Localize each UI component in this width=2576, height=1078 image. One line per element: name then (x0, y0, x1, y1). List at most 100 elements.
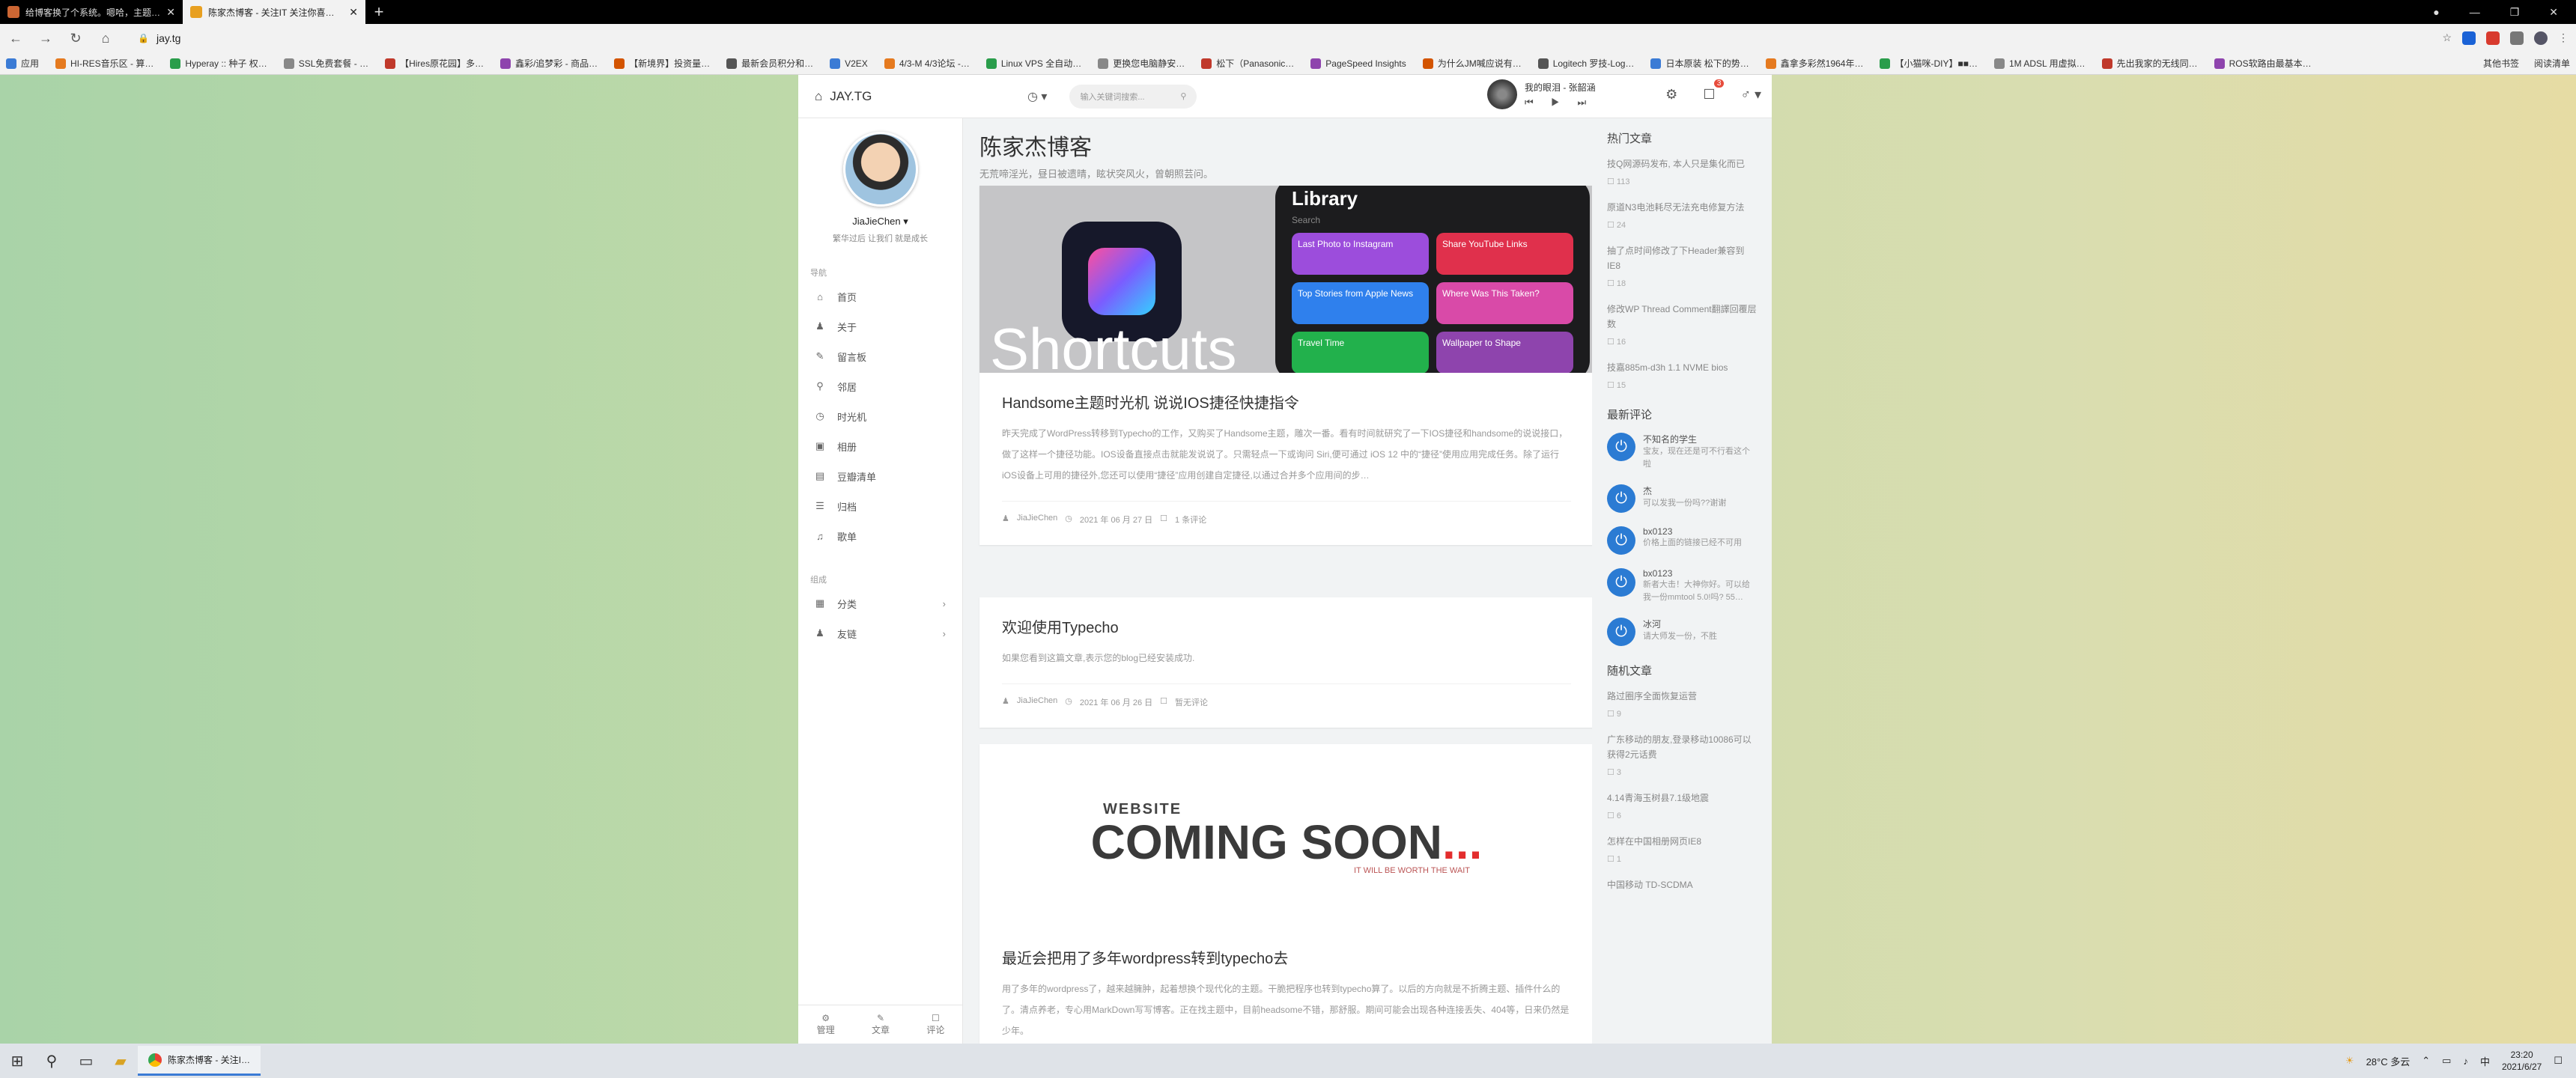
hot-post-item[interactable]: 原道N3电池耗尽无法充电修复方法 ☐ 24 (1607, 200, 1757, 233)
close-tab-icon[interactable]: ✕ (349, 6, 358, 19)
bookmark-item[interactable]: 松下（Panasonic… (1201, 57, 1294, 70)
browser-tab-active[interactable]: 陈家杰博客 - 关注IT 关注你喜欢… ✕ (183, 0, 365, 24)
avatar[interactable] (842, 132, 918, 207)
search-input[interactable]: 输入关键词搜索... ⚲ (1069, 84, 1197, 109)
comment-item[interactable]: ⏻ bx0123 价格上面的链接已经不可用 (1607, 526, 1757, 555)
bookmark-item[interactable]: 鑫彩/追梦彩 - 商品… (500, 57, 598, 70)
start-icon[interactable]: ⊞ (0, 1052, 34, 1071)
back-icon[interactable]: ← (7, 31, 24, 46)
bookmark-item[interactable]: 为什么JM喊应说有… (1422, 57, 1522, 70)
bookmark-folder[interactable]: 其他书签 (2483, 57, 2519, 70)
settings-icon[interactable]: ⚙ (1665, 87, 1677, 103)
comment-item[interactable]: ⏻ 冰河 请大师发一份，不胜 (1607, 618, 1757, 646)
sidebar-item-8[interactable]: ♫ 歌单 (798, 521, 962, 551)
forward-icon[interactable]: → (37, 31, 54, 46)
home-icon[interactable]: ⌂ (97, 31, 114, 46)
weather-text[interactable]: 28°C 多云 (2366, 1054, 2411, 1068)
bookmark-item[interactable]: V2EX (830, 58, 868, 69)
comment-item[interactable]: ⏻ 杰可以发我一份吗??谢谢 (1607, 484, 1757, 513)
maximize-button[interactable]: ❐ (2510, 6, 2520, 19)
bookmark-item[interactable]: 【新境界】投资量… (614, 57, 710, 70)
extension-icon[interactable] (2486, 31, 2500, 45)
bookmark-item[interactable]: 应用 (6, 57, 39, 70)
close-tab-icon[interactable]: ✕ (166, 6, 175, 19)
volume-icon[interactable]: ♪ (2463, 1056, 2468, 1067)
random-post-item[interactable]: 广东移动的朋友,登录移动10086可以获得2元话费 ☐ 3 (1607, 732, 1757, 780)
sidebar-item-1[interactable]: ♟ 关于 (798, 311, 962, 341)
sidebar-item-5[interactable]: ▣ 相册 (798, 431, 962, 461)
sidebar-item-2[interactable]: ✎ 留言板 (798, 341, 962, 371)
bookmark-item[interactable]: Hyperay :: 种子 权… (170, 57, 267, 70)
bookmark-item[interactable]: 4/3-M 4/3论坛 -… (884, 57, 970, 70)
post-title[interactable]: 欢迎使用Typecho (1002, 615, 1571, 637)
bookmark-item[interactable]: PageSpeed Insights (1310, 58, 1406, 69)
bookmark-item[interactable]: SSL免费套餐 - … (283, 57, 368, 70)
extension-icon[interactable] (2462, 31, 2476, 45)
footer-link[interactable]: ✎ 文章 (872, 1013, 890, 1036)
minimize-button[interactable]: — (2470, 6, 2480, 18)
account-avatar[interactable] (2534, 31, 2548, 45)
sidebar-item-7[interactable]: ☰ 归档 (798, 491, 962, 521)
ime-indicator[interactable]: 中 (2480, 1054, 2490, 1068)
comment-item[interactable]: ⏻ bx0123 新者大击！大神你好。可以给我一份mmtool 5.0!吗? 55… (1607, 568, 1757, 604)
bookmark-item[interactable]: 日本原装 松下的势… (1650, 57, 1749, 70)
hot-post-item[interactable]: 技嘉885m-d3h 1.1 NVME bios ☐ 15 (1607, 360, 1757, 393)
random-post-item[interactable]: 怎样在中国相册网页IE8 ☐ 1 (1607, 834, 1757, 867)
post-author[interactable]: JiaJieChen (1017, 696, 1057, 708)
bookmark-item[interactable]: 先出我家的无线同… (2101, 57, 2198, 70)
notification-icon[interactable]: ☐ 3 (1703, 79, 1725, 103)
sidebar-item-6[interactable]: ▤ 豆瓣清单 (798, 461, 962, 491)
bookmark-item[interactable]: 最新会员积分和… (726, 57, 813, 70)
profile-icon[interactable]: ● (2433, 6, 2439, 18)
post-author[interactable]: JiaJieChen (1017, 514, 1057, 526)
bookmark-item[interactable]: Linux VPS 全自动… (985, 57, 1081, 70)
bookmark-item[interactable]: 鑫拿多彩然1964年… (1765, 57, 1863, 70)
file-explorer-icon[interactable]: ▰ (103, 1052, 138, 1071)
star-icon[interactable]: ☆ (2442, 31, 2452, 45)
tray-chevron-icon[interactable]: ⌃ (2422, 1055, 2430, 1067)
random-post-item[interactable]: 中国移动 TD-SCDMA (1607, 877, 1757, 892)
search-icon[interactable]: ⚲ (1180, 91, 1186, 101)
browser-tab[interactable]: 给博客换了个系统。嗯哈，主题… ✕ (0, 0, 183, 24)
address-bar[interactable]: 🔒 jay.tg (127, 28, 2428, 49)
brand[interactable]: ⌂ JAY.TG (798, 89, 963, 104)
bookmark-item[interactable]: 1M ADSL 用虚拟… (1993, 57, 2086, 70)
user-menu-icon[interactable]: ♂ ▾ (1740, 87, 1761, 103)
user-name[interactable]: JiaJieChen ▾ (798, 216, 962, 228)
notifications-icon[interactable]: ☐ (2554, 1055, 2563, 1067)
reload-icon[interactable]: ↻ (67, 31, 84, 46)
footer-link[interactable]: ☐ 评论 (926, 1013, 944, 1036)
post-cover-shortcuts[interactable]: Shortcuts Library Search Last Photo to I… (979, 186, 1592, 373)
bookmark-item[interactable]: 更换您电脑静安… (1098, 57, 1185, 70)
bookmark-item[interactable]: 【Hires原花园】多… (385, 57, 484, 70)
random-post-item[interactable]: 路过圈序全面恢复运营 ☐ 9 (1607, 689, 1757, 722)
post-comments[interactable]: 1 条评论 (1175, 514, 1206, 526)
hot-post-item[interactable]: 抽了点时间修改了下Header兼容到IE8 ☐ 18 (1607, 243, 1757, 291)
post-title[interactable]: 最近会把用了多年wordpress转到typecho去 (1002, 946, 1571, 968)
bookmark-item[interactable]: HI-RES音乐区 - 算… (55, 57, 154, 70)
random-post-item[interactable]: 4.14青海玉树县7.1级地震 ☐ 6 (1607, 791, 1757, 823)
bookmark-item[interactable]: ROS软路由最基本… (2214, 57, 2312, 70)
task-view-icon[interactable]: ▭ (69, 1052, 103, 1071)
hot-post-item[interactable]: 修改WP Thread Comment翻譯回覆层数 ☐ 16 (1607, 302, 1757, 350)
sidebar-item-3[interactable]: ⚲ 邻居 (798, 371, 962, 401)
new-tab-button[interactable]: + (365, 0, 392, 24)
sidebar-group-1[interactable]: ♟ 友链 › (798, 618, 962, 648)
sidebar-item-4[interactable]: ◷ 时光机 (798, 401, 962, 431)
taskbar-chrome-app[interactable]: 陈家杰博客 - 关注I… (138, 1046, 261, 1076)
search-icon[interactable]: ⚲ (34, 1052, 69, 1071)
sidebar-group-0[interactable]: ▦ 分类 › (798, 588, 962, 618)
bookmark-item[interactable]: 【小猫咪-DIY】■■… (1880, 57, 1978, 70)
close-window-button[interactable]: ✕ (2549, 6, 2558, 19)
clock[interactable]: 23:20 2021/6/27 (2502, 1049, 2542, 1073)
sidebar-item-0[interactable]: ⌂ 首页 (798, 281, 962, 311)
bookmark-item[interactable]: Logitech 罗技-Log… (1537, 57, 1634, 70)
post-comments[interactable]: 暂无评论 (1175, 696, 1208, 708)
hot-post-item[interactable]: 技Q网源码发布, 本人只是集化而已 ☐ 113 (1607, 156, 1757, 189)
history-icon[interactable]: ◷ ▾ (1027, 89, 1047, 104)
network-icon[interactable]: ▭ (2442, 1055, 2451, 1067)
footer-link[interactable]: ⚙ 管理 (817, 1013, 835, 1036)
player-controls[interactable]: ⏮ ▶ ⏭ (1525, 97, 1596, 109)
menu-icon[interactable]: ⋮ (2558, 31, 2569, 45)
post-title[interactable]: Handsome主题时光机 说说IOS捷径快捷指令 (1002, 391, 1571, 412)
